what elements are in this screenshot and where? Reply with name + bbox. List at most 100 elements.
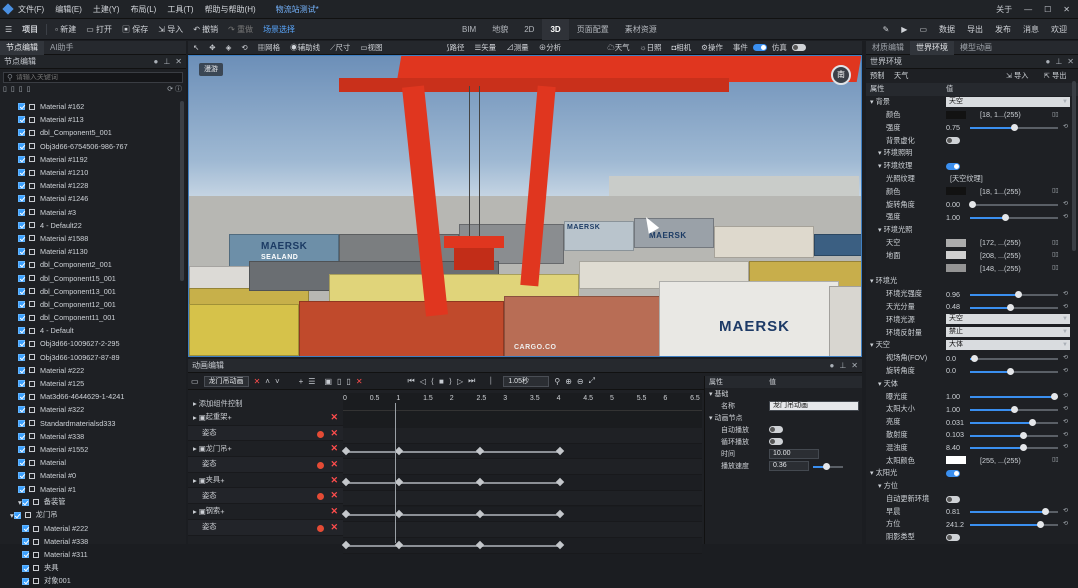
- track-expand-icon[interactable]: ▸ ▣: [193, 476, 206, 485]
- timeline-lane[interactable]: [341, 506, 702, 523]
- tab-ai-assistant[interactable]: AI助手: [44, 41, 80, 55]
- close-panel-icon[interactable]: ✕: [1067, 57, 1074, 66]
- slider-knob[interactable]: [1019, 444, 1027, 452]
- monitor-icon[interactable]: ▭: [914, 25, 932, 34]
- tree-node[interactable]: Material #1210: [0, 166, 183, 179]
- keyframe-marker[interactable]: [341, 446, 351, 455]
- tree-node[interactable]: Material #1588: [0, 232, 183, 245]
- visibility-checkbox[interactable]: [18, 366, 25, 374]
- color-swatch[interactable]: [946, 238, 966, 247]
- redo-button[interactable]: ↷ 重做: [223, 24, 258, 35]
- track-property[interactable]: 姿态 ✕: [188, 425, 343, 442]
- timeline-lane[interactable]: [341, 537, 702, 554]
- tree-node[interactable]: Material #322: [0, 403, 183, 416]
- pin-icon[interactable]: ●: [1045, 57, 1050, 66]
- slider-knob[interactable]: [1019, 431, 1027, 439]
- property-value[interactable]: 0.48: [946, 302, 960, 311]
- property-slider[interactable]: [970, 444, 1058, 452]
- view-button[interactable]: ▭视图: [355, 42, 387, 53]
- next-frame-icon[interactable]: ⟩: [449, 377, 452, 386]
- reset-icon[interactable]: ⟲: [1063, 123, 1068, 130]
- property-value[interactable]: 1.00: [946, 213, 960, 222]
- tree-node[interactable]: Material #113: [0, 113, 183, 126]
- visibility-checkbox[interactable]: [22, 525, 29, 533]
- paste-icon[interactable]: ▯: [11, 85, 15, 93]
- property-slider[interactable]: [970, 418, 1058, 426]
- add-property-icon[interactable]: +: [227, 444, 231, 453]
- paste-icon[interactable]: ▯: [337, 377, 341, 386]
- remove-track-icon[interactable]: ✕: [330, 443, 338, 454]
- tab-2d[interactable]: 2D: [516, 19, 542, 40]
- visibility-checkbox[interactable]: [18, 472, 25, 480]
- tree-node[interactable]: Material #222: [0, 364, 183, 377]
- reset-icon[interactable]: ⟲: [1063, 200, 1068, 207]
- visibility-checkbox[interactable]: [21, 498, 29, 506]
- select-arrow-icon[interactable]: ↖: [188, 43, 204, 52]
- visibility-checkbox[interactable]: [18, 274, 25, 282]
- track-group[interactable]: ▸ ▣ 夹具 + ✕: [188, 473, 343, 489]
- keyframe-marker[interactable]: [475, 509, 485, 518]
- timeline-lane[interactable]: [341, 475, 702, 491]
- tree-node[interactable]: Material #1552: [0, 443, 183, 456]
- visibility-checkbox[interactable]: [18, 287, 25, 295]
- tree-node[interactable]: ▾ 龙门吊: [0, 509, 183, 522]
- menu-help[interactable]: 帮助与帮助(H): [205, 4, 256, 15]
- remove-track-icon[interactable]: ✕: [330, 459, 338, 470]
- tab-bim[interactable]: BIM: [454, 19, 484, 40]
- property-slider[interactable]: [970, 124, 1058, 132]
- keyframe-marker[interactable]: [341, 540, 351, 550]
- tab-model-animation[interactable]: 模型动画: [954, 41, 998, 55]
- scene-select-button[interactable]: 场景选择: [258, 24, 300, 35]
- visibility-checkbox[interactable]: [18, 485, 25, 493]
- reset-icon[interactable]: ⟲: [1063, 520, 1068, 527]
- tree-node[interactable]: dbl_Component11_001: [0, 311, 183, 324]
- menu-file[interactable]: 文件(F): [18, 4, 44, 15]
- keyframe-marker[interactable]: [341, 477, 351, 487]
- visibility-checkbox[interactable]: [18, 353, 25, 361]
- delete-animation-icon[interactable]: ✕: [254, 377, 261, 386]
- property-value[interactable]: 0.0: [946, 366, 956, 375]
- track-expand-icon[interactable]: ▸ ▣: [193, 413, 206, 422]
- reset-icon[interactable]: ⟲: [1063, 303, 1068, 310]
- first-frame-icon[interactable]: ⏮: [408, 376, 415, 386]
- visibility-checkbox[interactable]: [22, 564, 29, 572]
- basic-group[interactable]: ▾ 基础: [709, 389, 728, 399]
- speed-slider[interactable]: [813, 463, 843, 470]
- tab-page-config[interactable]: 页面配置: [569, 19, 617, 40]
- property-select[interactable]: 禁止: [946, 327, 1070, 338]
- tree-node[interactable]: 夹具: [0, 562, 183, 575]
- measure-button[interactable]: ⊿测量: [501, 42, 534, 53]
- keyframe-marker[interactable]: [555, 477, 565, 487]
- property-label[interactable]: ▾ 方位: [878, 481, 898, 491]
- copy-icon[interactable]: ▣: [324, 377, 332, 386]
- operation-button[interactable]: ⚙操作: [696, 42, 728, 53]
- remove-track-icon[interactable]: ✕: [330, 475, 338, 486]
- tab-3d[interactable]: 3D: [542, 19, 569, 40]
- message-button[interactable]: 消息: [1018, 24, 1044, 35]
- tab-node-editor[interactable]: 节点编辑: [0, 40, 44, 55]
- property-slider[interactable]: [970, 508, 1058, 516]
- keyframe-marker[interactable]: [555, 509, 565, 518]
- property-slider[interactable]: [970, 393, 1058, 401]
- visibility-checkbox[interactable]: [22, 577, 29, 585]
- close-panel-icon[interactable]: ✕: [851, 361, 858, 370]
- color-swatch[interactable]: [946, 264, 966, 273]
- minimize-icon[interactable]: —: [1024, 5, 1032, 14]
- remove-track-icon[interactable]: ✕: [330, 490, 338, 501]
- tree-node[interactable]: Material #1192: [0, 153, 183, 166]
- tree-node[interactable]: Material #0: [0, 469, 183, 482]
- track-group[interactable]: ▸ ▣ 龙门吊 + ✕: [188, 441, 343, 458]
- visibility-checkbox[interactable]: [18, 234, 25, 242]
- slider-knob[interactable]: [1015, 290, 1023, 298]
- welcome-button[interactable]: 欢迎: [1046, 24, 1072, 35]
- add-property-icon[interactable]: +: [220, 507, 224, 516]
- property-select[interactable]: 天空: [946, 314, 1070, 325]
- property-select[interactable]: 天空: [946, 96, 1070, 107]
- property-slider[interactable]: [970, 303, 1058, 311]
- property-value[interactable]: 0.103: [946, 430, 964, 439]
- clear-icon[interactable]: ✕: [356, 377, 363, 386]
- tree-node[interactable]: Material #1246: [0, 192, 183, 205]
- visibility-checkbox[interactable]: [18, 314, 25, 322]
- visibility-checkbox[interactable]: [18, 103, 25, 111]
- property-toggle[interactable]: [946, 162, 960, 170]
